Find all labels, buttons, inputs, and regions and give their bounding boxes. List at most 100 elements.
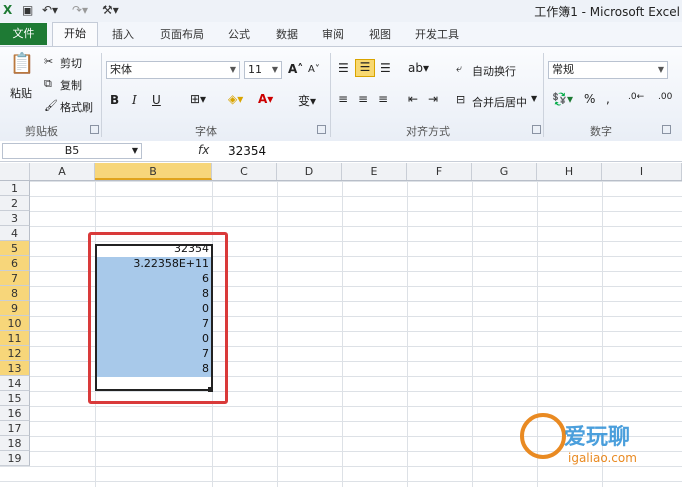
row-header[interactable]: 13 <box>0 361 30 376</box>
row-header[interactable]: 1 <box>0 181 30 196</box>
undo-icon[interactable]: ↶▾ <box>42 3 58 17</box>
underline-button[interactable]: U <box>152 93 161 107</box>
align-center-icon[interactable]: ≡ <box>358 92 368 106</box>
orientation-icon[interactable]: ab▾ <box>408 61 429 75</box>
column-header[interactable]: B <box>95 163 212 180</box>
merge-center-button[interactable]: 合并后居中 <box>472 94 527 110</box>
shrink-font-icon[interactable]: A˅ <box>308 64 320 75</box>
row-header[interactable]: 5 <box>0 241 30 256</box>
chevron-down-icon[interactable]: ▼ <box>531 94 537 103</box>
font-name-combo[interactable]: 宋体 ▼ <box>106 61 240 79</box>
accounting-format-icon[interactable]: 💱▾ <box>552 92 573 106</box>
tab-formulas[interactable]: 公式 <box>228 26 250 42</box>
number-format-value: 常规 <box>552 63 574 76</box>
font-color-icon[interactable]: A▾ <box>258 92 273 106</box>
insert-function-button[interactable]: fx <box>198 143 209 157</box>
tab-home[interactable]: 开始 <box>52 22 98 46</box>
highlight-annotation <box>88 232 228 404</box>
tab-insert[interactable]: 插入 <box>112 26 134 42</box>
column-header[interactable]: D <box>277 163 342 180</box>
column-header[interactable]: G <box>472 163 537 180</box>
borders-icon[interactable]: ⊞▾ <box>190 92 206 106</box>
row-header[interactable]: 10 <box>0 316 30 331</box>
row-header[interactable]: 12 <box>0 346 30 361</box>
group-separator <box>101 53 102 137</box>
cut-icon[interactable]: ✂ <box>44 55 53 68</box>
decrease-indent-icon[interactable]: ⇤ <box>408 92 418 106</box>
column-header[interactable]: I <box>602 163 682 180</box>
ribbon-tabs: 文件 开始 插入 页面布局 公式 数据 审阅 视图 开发工具 <box>0 22 682 46</box>
tab-view[interactable]: 视图 <box>369 26 391 42</box>
row-header[interactable]: 6 <box>0 256 30 271</box>
row-header[interactable]: 19 <box>0 451 30 466</box>
save-icon[interactable]: ▣ <box>22 3 33 17</box>
italic-button[interactable]: I <box>132 93 137 107</box>
gridline <box>342 181 343 487</box>
row-header[interactable]: 16 <box>0 406 30 421</box>
column-header[interactable]: A <box>30 163 95 180</box>
font-launcher-icon[interactable] <box>317 125 326 134</box>
percent-button[interactable]: % <box>584 92 595 106</box>
copy-icon[interactable]: ⧉ <box>44 77 52 91</box>
wrap-text-icon[interactable]: ⤶ <box>456 62 462 76</box>
column-header[interactable]: H <box>537 163 602 180</box>
decrease-decimal-icon[interactable]: .00 <box>658 92 672 102</box>
row-header[interactable]: 3 <box>0 211 30 226</box>
column-header[interactable]: C <box>212 163 277 180</box>
row-header[interactable]: 7 <box>0 271 30 286</box>
phonetic-icon[interactable]: 变▾ <box>298 92 316 109</box>
watermark: 爱玩聊 igaliao.com <box>520 405 680 485</box>
align-middle-icon[interactable]: ☰ <box>355 59 375 77</box>
align-left-icon[interactable]: ≡ <box>338 92 348 106</box>
increase-decimal-icon[interactable]: .0← <box>628 92 644 102</box>
number-format-combo[interactable]: 常规 ▼ <box>548 61 668 79</box>
align-right-icon[interactable]: ≡ <box>378 92 388 106</box>
comma-style-icon[interactable]: , <box>606 92 610 106</box>
row-header[interactable]: 11 <box>0 331 30 346</box>
chevron-down-icon[interactable]: ▼ <box>132 144 138 158</box>
row-header[interactable]: 14 <box>0 376 30 391</box>
tab-data[interactable]: 数据 <box>276 26 298 42</box>
increase-indent-icon[interactable]: ⇥ <box>428 92 438 106</box>
row-header[interactable]: 15 <box>0 391 30 406</box>
column-header[interactable]: E <box>342 163 407 180</box>
tab-page-layout[interactable]: 页面布局 <box>160 26 204 42</box>
row-header[interactable]: 17 <box>0 421 30 436</box>
redo-icon[interactable]: ↷▾ <box>72 3 88 17</box>
clipboard-launcher-icon[interactable] <box>90 125 99 134</box>
tab-file[interactable]: 文件 <box>0 23 47 45</box>
copy-button[interactable]: 复制 <box>60 77 82 93</box>
fill-color-icon[interactable]: ◈▾ <box>228 92 243 106</box>
paste-icon[interactable]: 📋 <box>8 51 36 81</box>
customize-icon[interactable]: ⚒▾ <box>102 3 119 17</box>
format-painter-icon[interactable]: 🖌 <box>44 99 58 112</box>
cut-button[interactable]: 剪切 <box>60 55 82 71</box>
font-size-value: 11 <box>248 63 262 76</box>
font-size-combo[interactable]: 11 ▼ <box>244 61 282 79</box>
row-header[interactable]: 18 <box>0 436 30 451</box>
alignment-launcher-icon[interactable] <box>532 125 541 134</box>
tab-review[interactable]: 审阅 <box>322 26 344 42</box>
paste-button[interactable]: 粘贴 <box>10 85 32 101</box>
bold-button[interactable]: B <box>110 93 119 107</box>
gridline <box>407 181 408 487</box>
select-all-corner[interactable] <box>0 163 30 180</box>
group-separator <box>330 53 331 137</box>
format-painter-button[interactable]: 格式刷 <box>60 99 93 115</box>
formula-input[interactable]: 32354 <box>228 144 266 158</box>
merge-icon[interactable]: ⊟ <box>456 93 465 106</box>
tab-developer[interactable]: 开发工具 <box>415 26 459 42</box>
row-header[interactable]: 2 <box>0 196 30 211</box>
window-title: 工作簿1 - Microsoft Excel <box>534 5 680 19</box>
number-launcher-icon[interactable] <box>662 125 671 134</box>
align-bottom-icon[interactable]: ☰ <box>380 61 391 75</box>
column-header[interactable]: F <box>407 163 472 180</box>
row-header[interactable]: 9 <box>0 301 30 316</box>
gridline <box>277 181 278 487</box>
row-header[interactable]: 8 <box>0 286 30 301</box>
name-box[interactable]: B5 ▼ <box>2 143 142 159</box>
align-top-icon[interactable]: ☰ <box>338 61 349 75</box>
row-header[interactable]: 4 <box>0 226 30 241</box>
wrap-text-button[interactable]: 自动换行 <box>472 63 516 79</box>
grow-font-icon[interactable]: A˄ <box>288 62 303 76</box>
